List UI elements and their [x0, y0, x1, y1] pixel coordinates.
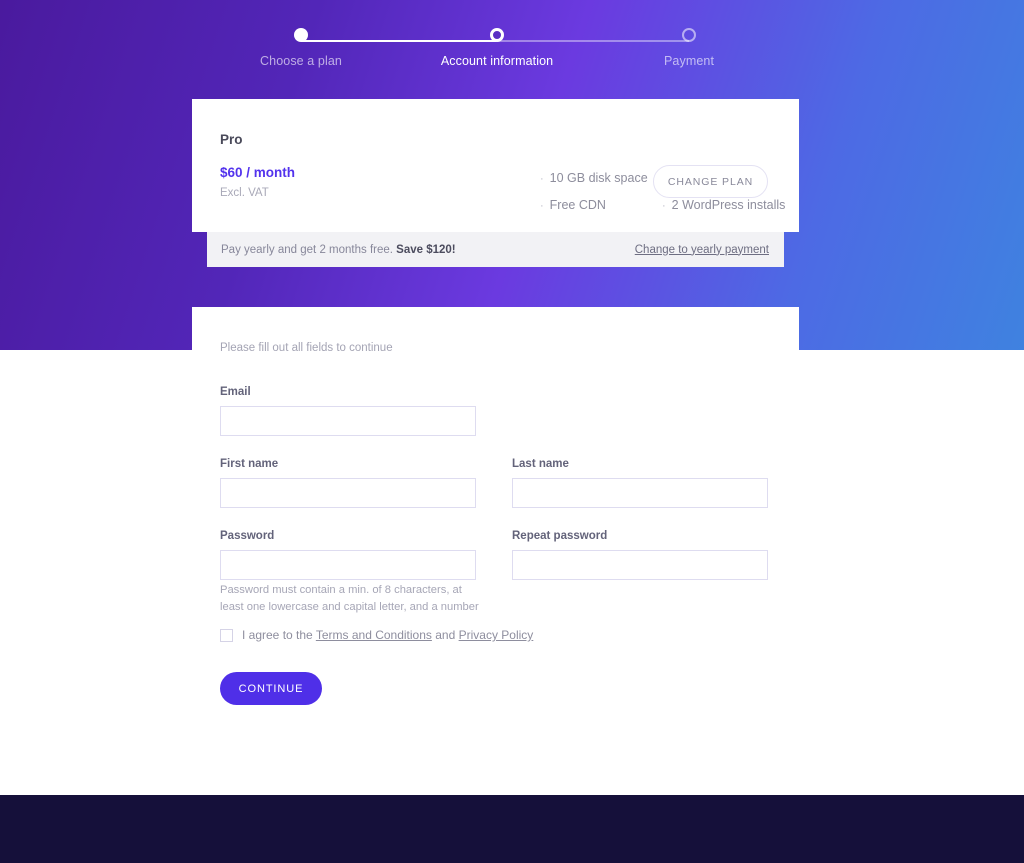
email-input[interactable] — [220, 406, 476, 436]
terms-agreement-checkbox[interactable] — [220, 628, 233, 642]
step-dot-completed-icon — [294, 28, 308, 42]
first-name-label: First name — [220, 458, 279, 470]
plan-feature-item: · Free CDN — [540, 192, 648, 219]
plan-feature-item: · 10 GB disk space — [540, 165, 648, 192]
stepper-step-label: Account information — [440, 54, 554, 68]
page-footer: Kinsta Copyright © Kinsta Ltd. All right… — [0, 795, 1024, 863]
step-dot-pending-icon — [682, 28, 696, 42]
form-instruction-text: Please fill out all fields to continue — [220, 342, 393, 354]
continue-button[interactable]: CONTINUE — [220, 672, 322, 705]
step-dot-current-icon — [490, 28, 504, 42]
change-to-yearly-payment-link[interactable]: Change to yearly payment — [635, 244, 769, 256]
repeat-password-input[interactable] — [512, 550, 768, 580]
change-plan-button[interactable]: CHANGE PLAN — [653, 165, 768, 198]
stepper-step-account-information[interactable]: Account information — [417, 28, 577, 68]
plan-name: Pro — [220, 132, 243, 147]
agreement-middle: and — [431, 628, 459, 642]
plan-feature-label: 2 WordPress installs — [671, 198, 786, 212]
plan-price: $60 / month — [220, 165, 296, 180]
stepper-step-choose-a-plan[interactable]: Choose a plan — [221, 28, 381, 68]
password-requirements-hint: Password must contain a min. of 8 charac… — [220, 584, 479, 613]
stepper-step-label: Payment — [663, 54, 715, 68]
account-information-form-card: Please fill out all fields to continue — [192, 307, 799, 732]
email-field-group: Email — [220, 386, 476, 436]
email-label: Email — [220, 386, 251, 398]
terms-and-conditions-link[interactable]: Terms and Conditions — [316, 628, 432, 642]
password-input[interactable] — [220, 550, 476, 580]
plan-vat-note: Excl. VAT — [220, 187, 269, 199]
plan-features-column-1: · 10 GB disk space · Free CDN — [540, 165, 648, 219]
signup-page: Choose a plan Account information Paymen… — [0, 0, 1024, 863]
bullet-icon: · — [662, 200, 666, 212]
stepper-step-label: Choose a plan — [260, 54, 342, 68]
plan-feature-label: 10 GB disk space — [549, 171, 648, 185]
yearly-banner-savings: Save $120! — [396, 243, 456, 256]
bullet-icon: · — [540, 200, 544, 212]
password-label: Password — [220, 530, 275, 542]
yearly-banner-text: Pay yearly and get 2 months free. Save $… — [221, 244, 456, 256]
first-name-field-group: First name — [220, 458, 476, 508]
yearly-banner-text-plain: Pay yearly and get 2 months free. — [221, 243, 397, 256]
checkout-progress-stepper: Choose a plan Account information Paymen… — [0, 0, 1024, 95]
repeat-password-field-group: Repeat password — [512, 530, 768, 580]
repeat-password-label: Repeat password — [512, 530, 608, 542]
agreement-prefix: I agree to the — [242, 628, 316, 642]
terms-agreement-row: I agree to the Terms and Conditions and … — [220, 628, 533, 642]
first-name-input[interactable] — [220, 478, 476, 508]
plan-feature-label: Free CDN — [549, 198, 606, 212]
last-name-field-group: Last name — [512, 458, 768, 508]
last-name-label: Last name — [512, 458, 569, 470]
terms-agreement-text: I agree to the Terms and Conditions and … — [242, 628, 533, 642]
stepper-step-payment[interactable]: Payment — [609, 28, 769, 68]
plan-summary-card: Pro $60 / month Excl. VAT · 10 GB disk sp… — [192, 99, 799, 232]
password-field-group: Password — [220, 530, 476, 580]
yearly-payment-banner: Pay yearly and get 2 months free. Save $… — [207, 232, 784, 267]
last-name-input[interactable] — [512, 478, 768, 508]
bullet-icon: · — [540, 173, 544, 185]
privacy-policy-link[interactable]: Privacy Policy — [459, 628, 534, 642]
